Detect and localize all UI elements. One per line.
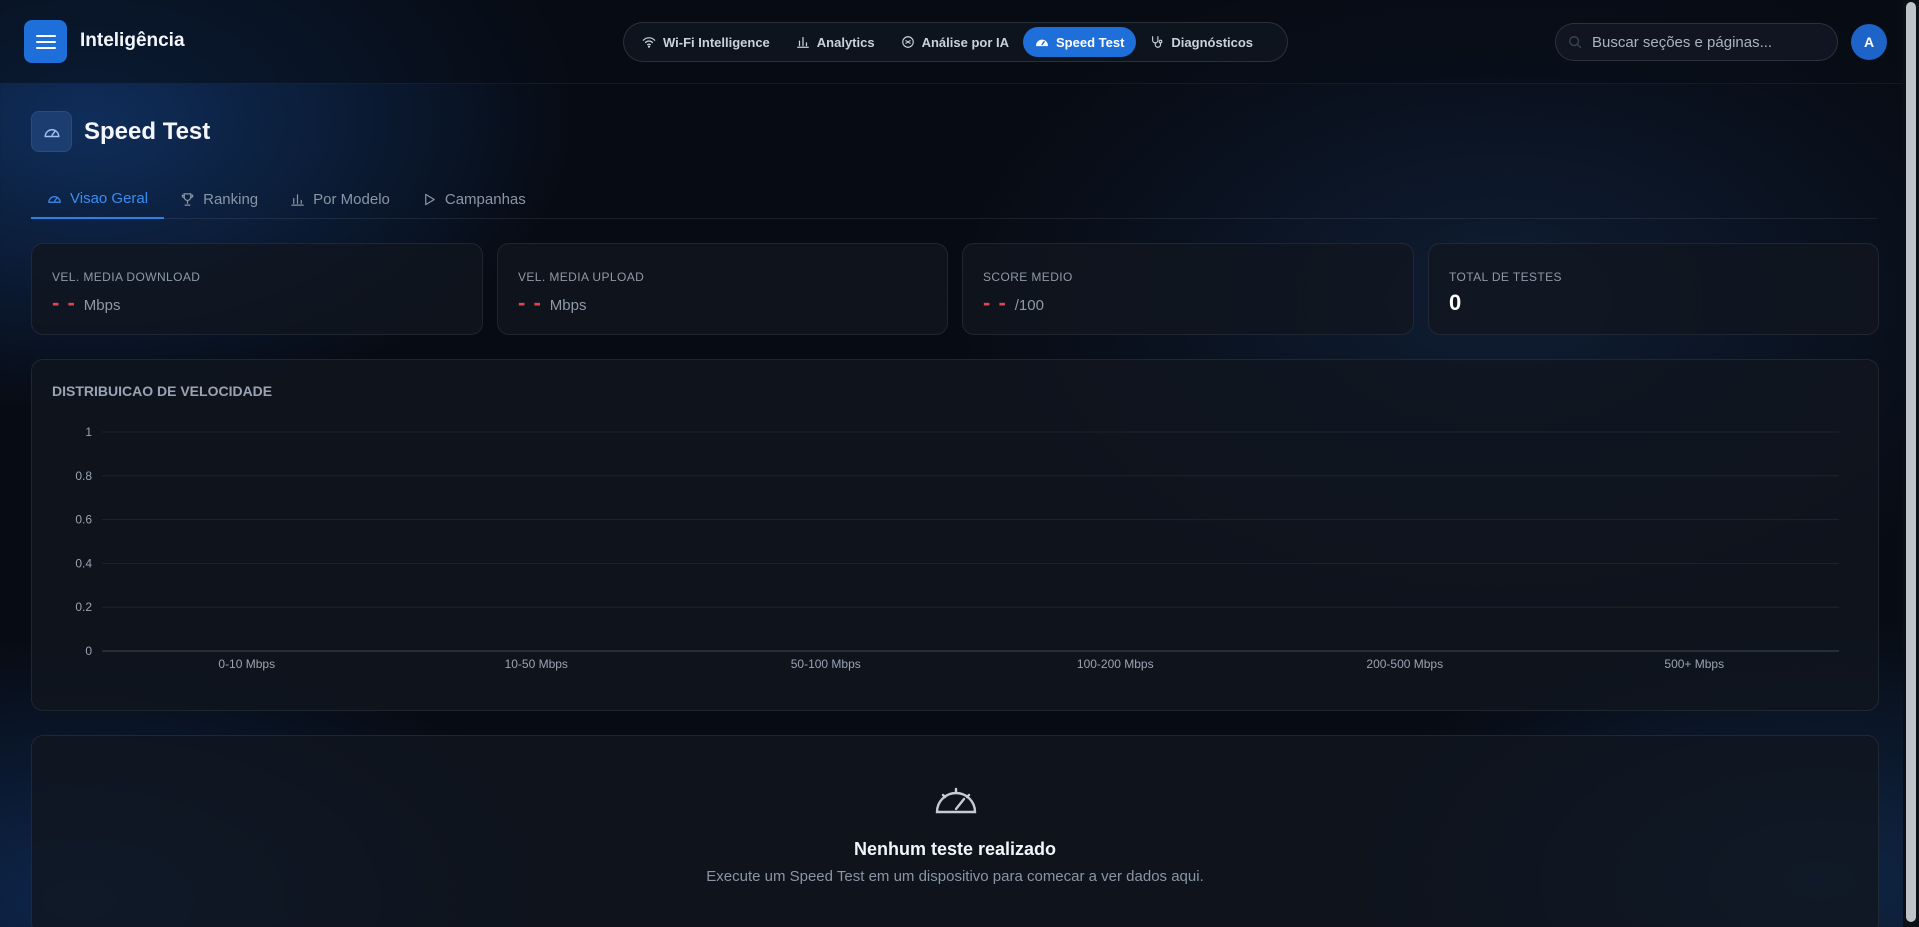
hamburger-icon: [35, 34, 56, 49]
search-box: [1555, 23, 1838, 61]
x-tick-label: 100-200 Mbps: [1077, 657, 1154, 671]
stat-card-download: VEL. MEDIA DOWNLOAD - - Mbps: [31, 243, 483, 335]
y-tick-label: 0.2: [75, 600, 92, 614]
search-input[interactable]: [1592, 33, 1812, 51]
y-tick-label: 1: [85, 425, 92, 439]
bar-chart-icon: [291, 194, 304, 206]
tab-label: Por Modelo: [313, 191, 390, 208]
scrollbar-thumb[interactable]: [1906, 2, 1916, 922]
stat-number: 0: [1449, 290, 1462, 315]
nav-item-label: Speed Test: [1056, 34, 1125, 50]
stat-label: SCORE MEDIO: [983, 270, 1073, 284]
user-avatar[interactable]: A: [1851, 24, 1887, 60]
empty-state-title: Nenhum teste realizado: [853, 839, 1057, 859]
nav-diagnosticos[interactable]: Diagnósticos: [1138, 27, 1265, 57]
bar-chart-icon: [796, 37, 809, 48]
page-icon: [31, 111, 72, 152]
page-title: Speed Test: [84, 118, 211, 145]
chart-card: DISTRIBUICAO DE VELOCIDADE 0 0.2 0.4 0.6 0.8…: [31, 359, 1879, 711]
y-tick-label: 0.4: [75, 556, 92, 570]
nav-item-label: Análise por IA: [921, 34, 1010, 50]
stat-label: VEL. MEDIA UPLOAD: [518, 270, 645, 284]
stat-card-total-tests: TOTAL DE TESTES 0: [1428, 243, 1879, 335]
tab-ranking[interactable]: Ranking: [164, 180, 274, 219]
tab-label: Ranking: [203, 191, 259, 208]
x-tick-label: 10-50 Mbps: [505, 657, 568, 671]
nav-item-label: Diagnósticos: [1171, 34, 1254, 50]
stat-card-score: SCORE MEDIO - - /100: [962, 243, 1414, 335]
stat-number: - -: [52, 290, 76, 315]
x-tick-label: 50-100 Mbps: [791, 657, 861, 671]
trophy-icon: [181, 193, 194, 206]
tab-label: Campanhas: [444, 191, 526, 208]
x-tick-label: 200-500 Mbps: [1366, 657, 1443, 671]
nav-item-label: Wi-Fi Intelligence: [663, 34, 770, 50]
gauge-icon: [935, 787, 977, 814]
stat-label: TOTAL DE TESTES: [1449, 270, 1562, 284]
nav-analise-ia[interactable]: Análise por IA: [889, 27, 1021, 57]
main-nav: Wi-Fi Intelligence Analytics Análise por…: [623, 22, 1288, 62]
empty-state-subtitle: Execute um Speed Test em um dispositivo …: [706, 868, 1204, 885]
speed-distribution-chart: 0 0.2 0.4 0.6 0.8 1 0-10 Mbps 10-50 Mbps 50-100 …: [75, 425, 1839, 671]
stat-unit: Mbps: [549, 297, 587, 314]
nav-analytics[interactable]: Analytics: [784, 27, 887, 57]
sub-tabs: Visao Geral Ranking Por Modelo Campanhas: [31, 180, 1877, 219]
nav-wifi-intelligence[interactable]: Wi-Fi Intelligence: [630, 27, 782, 57]
menu-button[interactable]: [24, 20, 67, 63]
stat-value: - - Mbps: [52, 290, 120, 316]
stat-unit: Mbps: [83, 297, 121, 314]
app-title: Inteligência: [80, 30, 185, 51]
stat-card-upload: VEL. MEDIA UPLOAD - - Mbps: [497, 243, 948, 335]
x-tick-label: 0-10 Mbps: [218, 657, 275, 671]
play-icon: [425, 193, 435, 206]
nav-speed-test[interactable]: Speed Test: [1023, 27, 1137, 57]
x-tick-label: 500+ Mbps: [1664, 657, 1724, 671]
y-tick-label: 0.8: [75, 469, 92, 483]
stethoscope-icon: [1152, 36, 1163, 48]
y-tick-label: 0.6: [75, 513, 92, 527]
stat-unit: /100: [1014, 297, 1044, 314]
y-tick-label: 0: [85, 644, 92, 658]
search-icon: [1569, 36, 1582, 49]
tab-campanhas[interactable]: Campanhas: [406, 180, 542, 219]
empty-state-card: Nenhum teste realizado Execute um Speed …: [31, 735, 1879, 927]
stat-label: VEL. MEDIA DOWNLOAD: [52, 270, 201, 284]
ai-brain-icon: [901, 36, 914, 48]
tab-label: Visao Geral: [70, 190, 149, 207]
stat-number: - -: [983, 290, 1007, 315]
stat-value: - - Mbps: [518, 290, 586, 316]
gauge-icon: [1036, 39, 1048, 47]
tab-por-modelo[interactable]: Por Modelo: [274, 180, 406, 219]
gauge-icon: [48, 196, 61, 203]
stat-value: - - /100: [983, 290, 1044, 316]
gauge-icon: [44, 128, 59, 137]
empty-state-icon-wrap: [934, 782, 978, 821]
tab-visao-geral[interactable]: Visao Geral: [31, 180, 165, 219]
wifi-icon: [642, 37, 656, 48]
stat-value: 0: [1449, 290, 1461, 316]
nav-item-label: Analytics: [816, 34, 875, 50]
top-bar: Inteligência Wi-Fi Intelligence Analytic…: [0, 0, 1903, 84]
scrollbar[interactable]: [1903, 0, 1919, 927]
stat-number: - -: [518, 290, 542, 315]
